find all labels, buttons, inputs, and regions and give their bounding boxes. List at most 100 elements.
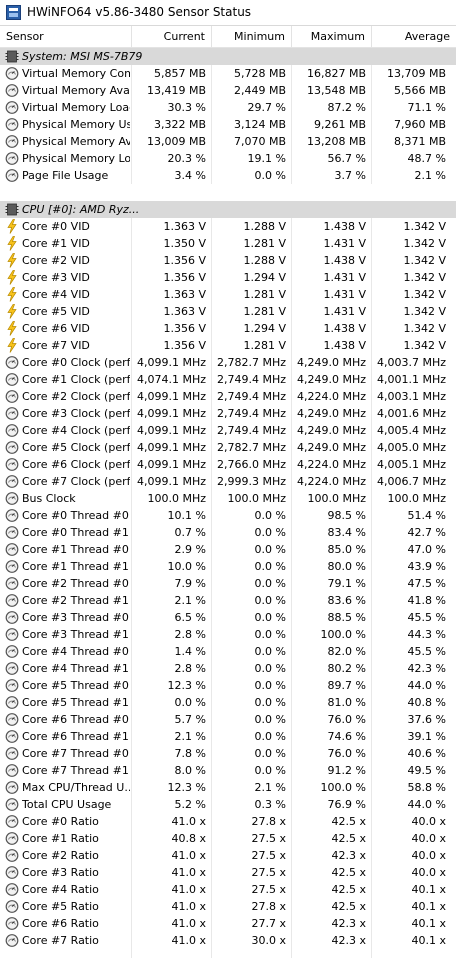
sensor-row[interactable]: Core #2 Ratio 41.0 x 27.5 x 42.3 x 40.0 x xyxy=(0,847,456,864)
sensor-row[interactable]: Core #7 Ratio 41.0 x 30.0 x 42.3 x 40.1 x xyxy=(0,932,456,949)
sensor-row[interactable]: Core #3 Clock (perf... 4,099.1 MHz 2,749.4… xyxy=(0,405,456,422)
sensor-row[interactable]: Core #1 Ratio 40.8 x 27.5 x 42.5 x 40.0 x xyxy=(0,830,456,847)
sensor-row[interactable]: Total CPU Usage 5.2 % 0.3 % 76.9 % 44.0 % xyxy=(0,796,456,813)
maximum-value: 85.0 % xyxy=(327,543,366,556)
average-value: 1.342 V xyxy=(403,305,446,318)
current-value: 2.9 % xyxy=(174,543,206,556)
sensor-row[interactable]: Core #0 Thread #0... 10.1 % 0.0 % 98.5 % 51.… xyxy=(0,507,456,524)
column-header-maximum[interactable]: Maximum xyxy=(292,26,372,48)
sensor-row[interactable]: Core #6 Clock (perf... 4,099.1 MHz 2,766.0… xyxy=(0,456,456,473)
maximum-value: 87.2 % xyxy=(327,101,366,114)
sensor-name: Physical Memory Used xyxy=(22,118,130,131)
column-header-sensor[interactable]: Sensor xyxy=(0,26,132,48)
group-name: CPU [#0]: AMD Ryz... xyxy=(22,203,140,216)
column-header-current[interactable]: Current xyxy=(132,26,212,48)
sensor-row[interactable]: Core #3 Thread #0... 6.5 % 0.0 % 88.5 % 45.5… xyxy=(0,609,456,626)
sensor-name: Core #1 Clock (perf... xyxy=(22,373,130,386)
sensor-row[interactable]: Core #7 Clock (perf... 4,099.1 MHz 2,999.3… xyxy=(0,473,456,490)
sensor-row[interactable]: Virtual Memory Load 30.3 % 29.7 % 87.2 % 71.… xyxy=(0,99,456,116)
minimum-value: 0.0 % xyxy=(254,662,286,675)
average-value: 40.0 x xyxy=(411,815,447,828)
average-value: 4,005.0 MHz xyxy=(376,441,446,454)
maximum-value: 100.0 MHz xyxy=(307,492,366,505)
maximum-value: 4,224.0 MHz xyxy=(296,390,366,403)
sensor-row[interactable]: Core #6 Ratio 41.0 x 27.7 x 42.3 x 40.1 x xyxy=(0,915,456,932)
sensor-row[interactable]: Core #1 VID 1.350 V 1.281 V 1.431 V 1.342 V xyxy=(0,235,456,252)
lightning-icon xyxy=(5,236,19,251)
sensor-row[interactable]: Core #7 VID 1.356 V 1.281 V 1.438 V 1.342 V xyxy=(0,337,456,354)
sensor-row[interactable]: Core #6 VID 1.356 V 1.294 V 1.438 V 1.342 V xyxy=(0,320,456,337)
current-value: 41.0 x xyxy=(171,900,207,913)
average-value: 13,709 MB xyxy=(386,67,446,80)
sensor-row[interactable]: Core #2 Thread #1... 2.1 % 0.0 % 83.6 % 41.8… xyxy=(0,592,456,609)
sensor-row[interactable]: Core #2 Thread #0... 7.9 % 0.0 % 79.1 % 47.5… xyxy=(0,575,456,592)
average-value: 49.5 % xyxy=(407,764,446,777)
sensor-name: Core #7 Clock (perf... xyxy=(22,475,130,488)
lightning-icon xyxy=(5,338,19,353)
sensor-row[interactable]: Core #1 Clock (perf... 4,074.1 MHz 2,749.4… xyxy=(0,371,456,388)
sensor-name: Core #4 Clock (perf... xyxy=(22,424,130,437)
sensor-row[interactable]: Core #5 Ratio 41.0 x 27.8 x 42.5 x 40.1 x xyxy=(0,898,456,915)
maximum-value: 42.5 x xyxy=(331,883,367,896)
sensor-row[interactable]: Core #0 VID 1.363 V 1.288 V 1.438 V 1.342 V xyxy=(0,218,456,235)
gauge-icon xyxy=(5,372,19,387)
sensor-row[interactable]: Core #2 Clock (perf... 4,099.1 MHz 2,749.4… xyxy=(0,388,456,405)
sensor-group-row[interactable]: CPU [#0]: AMD Ryz... xyxy=(0,201,456,218)
minimum-value: 2.1 % xyxy=(254,781,286,794)
sensor-row[interactable]: Core #0 Ratio 41.0 x 27.8 x 42.5 x 40.0 x xyxy=(0,813,456,830)
sensor-row[interactable]: Virtual Memory Com... 5,857 MB 5,728 MB 16,… xyxy=(0,65,456,82)
sensor-row[interactable]: Core #3 VID 1.356 V 1.294 V 1.431 V 1.342 V xyxy=(0,269,456,286)
sensor-row[interactable]: Core #7 Thread #0... 7.8 % 0.0 % 76.0 % 40.6… xyxy=(0,745,456,762)
sensor-row[interactable]: Core #4 Thread #0... 1.4 % 0.0 % 82.0 % 45.5… xyxy=(0,643,456,660)
current-value: 1.356 V xyxy=(163,271,206,284)
column-header-average[interactable]: Average xyxy=(372,26,456,48)
sensor-row[interactable]: Bus Clock 100.0 MHz 100.0 MHz 100.0 MHz 100.… xyxy=(0,490,456,507)
sensor-row[interactable]: Core #0 Thread #1... 0.7 % 0.0 % 83.4 % 42.7… xyxy=(0,524,456,541)
sensor-name: Core #1 Ratio xyxy=(22,832,99,845)
sensor-row[interactable]: Page File Usage 3.4 % 0.0 % 3.7 % 2.1 % xyxy=(0,167,456,184)
average-value: 44.3 % xyxy=(407,628,446,641)
maximum-value: 42.5 x xyxy=(331,815,367,828)
column-header-minimum[interactable]: Minimum xyxy=(212,26,292,48)
minimum-value: 0.3 % xyxy=(254,798,286,811)
average-value: 4,005.4 MHz xyxy=(376,424,446,437)
sensor-row[interactable]: Core #5 VID 1.363 V 1.281 V 1.431 V 1.342 V xyxy=(0,303,456,320)
sensor-row[interactable]: Core #5 Thread #1... 0.0 % 0.0 % 81.0 % 40.8… xyxy=(0,694,456,711)
sensor-row[interactable]: Core #5 Thread #0... 12.3 % 0.0 % 89.7 % 44.… xyxy=(0,677,456,694)
sensor-row[interactable]: Core #1 Thread #0... 2.9 % 0.0 % 85.0 % 47.0… xyxy=(0,541,456,558)
sensor-row[interactable]: Core #6 Thread #0... 5.7 % 0.0 % 76.0 % 37.6… xyxy=(0,711,456,728)
sensor-row[interactable]: Physical Memory Used 3,322 MB 3,124 MB 9,26… xyxy=(0,116,456,133)
sensor-row[interactable]: Core #4 Clock (perf... 4,099.1 MHz 2,749.4… xyxy=(0,422,456,439)
sensor-row[interactable]: Core #3 Ratio 41.0 x 27.5 x 42.5 x 40.0 x xyxy=(0,864,456,881)
maximum-value: 4,249.0 MHz xyxy=(296,356,366,369)
sensor-row[interactable]: Core #3 Thread #1... 2.8 % 0.0 % 100.0 % 44.… xyxy=(0,626,456,643)
sensor-row[interactable]: Physical Memory Av... 13,009 MB 7,070 MB 13… xyxy=(0,133,456,150)
gauge-icon xyxy=(5,168,19,183)
sensor-name: Core #3 Thread #1... xyxy=(22,628,130,641)
average-value: 40.0 x xyxy=(411,832,447,845)
sensor-row[interactable]: Core #4 Thread #1... 2.8 % 0.0 % 80.2 % 42.3… xyxy=(0,660,456,677)
sensor-row[interactable]: Max CPU/Thread U... 12.3 % 2.1 % 100.0 % 58.… xyxy=(0,779,456,796)
sensor-name: Core #3 VID xyxy=(22,271,90,284)
sensor-row[interactable]: Physical Memory Load 20.3 % 19.1 % 56.7 % 48… xyxy=(0,150,456,167)
sensor-group-row[interactable]: System: MSI MS-7B79 xyxy=(0,48,456,65)
sensor-row[interactable]: Core #0 Clock (perf... 4,099.1 MHz 2,782.7… xyxy=(0,354,456,371)
gauge-icon xyxy=(5,423,19,438)
sensor-name: Core #3 Ratio xyxy=(22,866,99,879)
sensor-row[interactable]: Core #5 Clock (perf... 4,099.1 MHz 2,782.7… xyxy=(0,439,456,456)
sensor-name: Core #2 Thread #0... xyxy=(22,577,130,590)
average-value: 8,371 MB xyxy=(393,135,446,148)
sensor-row[interactable]: Core #4 VID 1.363 V 1.281 V 1.431 V 1.342 V xyxy=(0,286,456,303)
sensor-row[interactable]: Virtual Memory Avai... 13,419 MB 2,449 MB 1… xyxy=(0,82,456,99)
sensor-row[interactable]: Core #4 Ratio 41.0 x 27.5 x 42.5 x 40.1 x xyxy=(0,881,456,898)
chip-icon xyxy=(5,49,19,64)
current-value: 12.3 % xyxy=(167,781,206,794)
sensor-row[interactable]: Core #2 VID 1.356 V 1.288 V 1.438 V 1.342 V xyxy=(0,252,456,269)
sensor-row[interactable]: Core #7 Thread #1... 8.0 % 0.0 % 91.2 % 49.5… xyxy=(0,762,456,779)
sensor-row[interactable]: Core #1 Thread #1... 10.0 % 0.0 % 80.0 % 43.… xyxy=(0,558,456,575)
sensor-row[interactable]: Core #6 Thread #1... 2.1 % 0.0 % 74.6 % 39.1… xyxy=(0,728,456,745)
current-value: 41.0 x xyxy=(171,917,207,930)
average-value: 44.0 % xyxy=(407,798,446,811)
maximum-value: 91.2 % xyxy=(327,764,366,777)
minimum-value: 0.0 % xyxy=(254,713,286,726)
